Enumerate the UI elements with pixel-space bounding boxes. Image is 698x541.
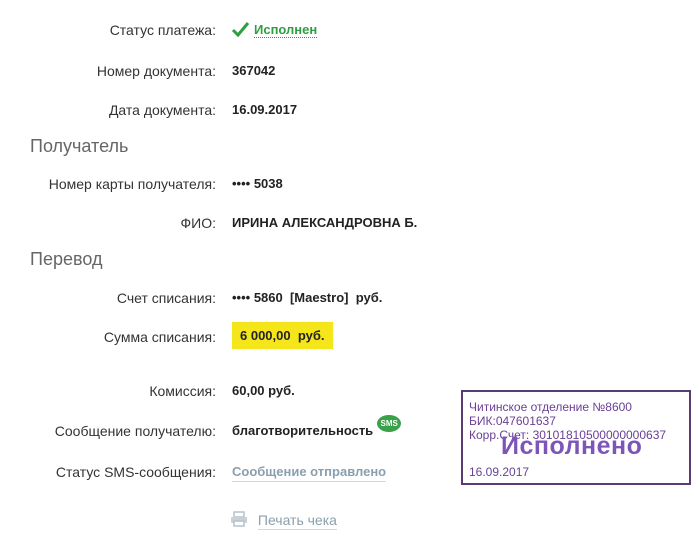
debit-account-label: Счет списания:: [116, 290, 216, 306]
message-value: благотворительность SMS: [232, 415, 402, 441]
sms-status-label: Статус SMS-сообщения:: [55, 464, 216, 480]
fee-value: 60,00 руб.: [232, 383, 295, 398]
check-icon: [231, 22, 250, 38]
message-text: благотворительность: [232, 423, 374, 438]
doc-date-label: Дата документа:: [108, 102, 216, 118]
recipient-card-value: •••• 5038: [232, 176, 283, 191]
recipient-card-label: Номер карты получателя:: [48, 176, 216, 192]
transfer-section-title: Перевод: [30, 249, 103, 269]
debit-amount-row: Сумма списания: 6 000,00 руб.: [0, 322, 698, 351]
message-label: Сообщение получателю:: [54, 423, 216, 439]
stamp-date: 16.09.2017: [469, 465, 530, 479]
bank-stamp: Читинское отделение №8600 БИК:047601637 …: [461, 390, 691, 485]
recipient-card-row: Номер карты получателя: •••• 5038: [0, 174, 698, 198]
stamp-bik: БИК:047601637: [469, 414, 556, 428]
recipient-name-label: ФИО:: [180, 215, 217, 231]
printer-icon: [231, 511, 247, 527]
payment-status-value: Исполнен: [254, 20, 318, 40]
print-receipt-button[interactable]: Печать чека: [230, 511, 337, 530]
doc-number-row: Номер документа: 367042: [0, 61, 698, 85]
fee-label: Комиссия:: [149, 383, 216, 399]
debit-amount-value: 6 000,00 руб.: [232, 322, 334, 349]
sms-icon: SMS: [377, 415, 402, 432]
debit-account-row: Счет списания: •••• 5860 [Maestro] руб.: [0, 288, 698, 312]
debit-account-value: •••• 5860 [Maestro] руб.: [232, 290, 383, 305]
recipient-name-row: ФИО: ИРИНА АЛЕКСАНДРОВНА Б.: [0, 213, 698, 237]
payment-status-label: Статус платежа:: [109, 22, 216, 38]
doc-date-row: Дата документа: 16.09.2017: [0, 100, 698, 124]
recipient-section-title: Получатель: [30, 136, 129, 156]
doc-number-label: Номер документа:: [96, 63, 216, 79]
stamp-branch: Читинское отделение №8600: [469, 400, 632, 414]
stamp-executed: Исполнено: [501, 432, 643, 460]
payment-status-row: Статус платежа: Исполнен: [0, 20, 698, 44]
debit-amount-label: Сумма списания:: [103, 329, 216, 345]
sms-status-value[interactable]: Сообщение отправлено: [232, 462, 387, 482]
recipient-name-value: ИРИНА АЛЕКСАНДРОВНА Б.: [232, 215, 418, 230]
print-receipt-label[interactable]: Печать чека: [257, 512, 337, 530]
doc-number-value: 367042: [232, 63, 276, 78]
doc-date-value: 16.09.2017: [232, 102, 298, 117]
status-text: Исполнен: [254, 22, 318, 38]
sms-status-link[interactable]: Сообщение отправлено: [232, 464, 387, 482]
